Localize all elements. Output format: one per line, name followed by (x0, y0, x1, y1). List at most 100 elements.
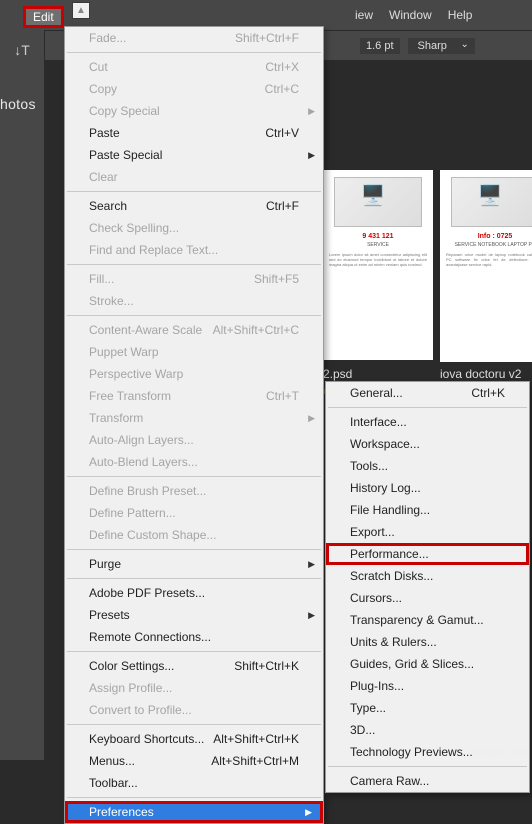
menu-item-menus[interactable]: Menus... Alt+Shift+Ctrl+M (65, 750, 323, 772)
menu-item-interface[interactable]: Interface... (326, 411, 529, 433)
tools-panel: ↓T (0, 30, 45, 760)
menu-separator (67, 651, 321, 652)
menu-item-label: Fade... (89, 31, 126, 45)
menu-item-guides-grid-slices[interactable]: Guides, Grid & Slices... (326, 653, 529, 675)
menu-item-label: Clear (89, 170, 118, 184)
edit-menu: Fade...Shift+Ctrl+FCutCtrl+XCopyCtrl+CCo… (64, 26, 324, 824)
menu-item-label: Define Pattern... (89, 506, 176, 520)
thumbnail-1[interactable]: 9 431 121 SERVICE Lorem ipsum dolor sit … (323, 170, 433, 360)
menu-item-keyboard-shortcuts[interactable]: Keyboard Shortcuts...Alt+Shift+Ctrl+K (65, 728, 323, 750)
menu-item-perspective-warp: Perspective Warp (65, 363, 323, 385)
submenu-arrow-icon: ▶ (308, 413, 315, 424)
menu-item-toolbar[interactable]: Toolbar... (65, 772, 323, 794)
menu-item-label: Workspace... (350, 437, 420, 451)
menu-item-workspace[interactable]: Workspace... (326, 433, 529, 455)
menu-item-label: Content-Aware Scale (89, 323, 202, 337)
menu-item-define-pattern: Define Pattern... (65, 502, 323, 524)
menu-separator (67, 52, 321, 53)
menu-separator (67, 476, 321, 477)
menu-item-shortcut: Ctrl+X (265, 60, 299, 74)
menu-item-label: Auto-Align Layers... (89, 433, 194, 447)
menu-item-search[interactable]: Search Ctrl+F (65, 195, 323, 217)
thumbnail-body: Reparam orice model de laptop notebook c… (443, 252, 532, 268)
menu-separator (67, 191, 321, 192)
menu-item-shortcut: Ctrl+V (265, 126, 299, 140)
menu-separator (67, 578, 321, 579)
menu-window[interactable]: Window (381, 4, 440, 26)
menu-item-copy-special: Copy Special▶ (65, 100, 323, 122)
menu-item-shortcut: Alt+Shift+Ctrl+C (213, 323, 299, 337)
menu-item-label: Stroke... (89, 294, 134, 308)
menu-item-label: Copy Special (89, 104, 160, 118)
menu-item-units-rulers[interactable]: Units & Rulers... (326, 631, 529, 653)
menu-item-paste[interactable]: PasteCtrl+V (65, 122, 323, 144)
menu-item-performance[interactable]: Performance... (326, 543, 529, 565)
menu-item-cursors[interactable]: Cursors... (326, 587, 529, 609)
menu-item-label: File Handling... (350, 503, 430, 517)
menu-item-cut: CutCtrl+X (65, 56, 323, 78)
menu-item-shortcut: Shift+F5 (254, 272, 299, 286)
menu-item-paste-special[interactable]: Paste Special▶ (65, 144, 323, 166)
thumbnail-2[interactable]: Info : 0725 SERVICE NOTEBOOK LAPTOP PC R… (440, 170, 532, 362)
menu-item-presets[interactable]: Presets ▶ (65, 604, 323, 626)
menu-item-type[interactable]: Type... (326, 697, 529, 719)
thumbnail-2-label: iova doctoru v2 (440, 367, 521, 381)
menu-item-define-brush-preset: Define Brush Preset... (65, 480, 323, 502)
menu-item-export[interactable]: Export... (326, 521, 529, 543)
source-credit: wsxdn.com (472, 747, 527, 759)
menu-item-purge[interactable]: Purge▶ (65, 553, 323, 575)
menu-item-label: Search (89, 199, 127, 213)
submenu-arrow-icon: ▶ (308, 610, 315, 621)
menu-item-clear: Clear (65, 166, 323, 188)
menu-item-preferences[interactable]: Preferences ▶ (65, 801, 323, 823)
menu-item-label: Adobe PDF Presets... (89, 586, 205, 600)
antialias-select[interactable]: Sharp (408, 38, 475, 54)
submenu-arrow-icon: ▶ (308, 559, 315, 570)
menu-item-label: Color Settings... (89, 659, 174, 673)
menu-item-label: Plug-Ins... (350, 679, 404, 693)
menu-item-plug-ins[interactable]: Plug-Ins... (326, 675, 529, 697)
menu-edit[interactable]: Edit (23, 6, 64, 28)
menu-item-shortcut: Shift+Ctrl+F (235, 31, 299, 45)
menu-item-label: Perspective Warp (89, 367, 183, 381)
menu-item-3d[interactable]: 3D... (326, 719, 529, 741)
menu-item-check-spelling: Check Spelling... (65, 217, 323, 239)
menu-item-file-handling[interactable]: File Handling... (326, 499, 529, 521)
menu-item-transparency-gamut[interactable]: Transparency & Gamut... (326, 609, 529, 631)
submenu-indicator-icon: ▲ (72, 2, 90, 19)
menu-item-label: Presets (89, 608, 130, 622)
menu-help[interactable]: Help (440, 4, 481, 26)
menu-item-puppet-warp: Puppet Warp (65, 341, 323, 363)
menu-item-history-log[interactable]: History Log... (326, 477, 529, 499)
submenu-arrow-icon: ▶ (305, 807, 312, 818)
menu-separator (67, 264, 321, 265)
menu-item-camera-raw[interactable]: Camera Raw... (326, 770, 529, 792)
type-tool-icon[interactable]: ↓T (8, 38, 36, 62)
menu-item-label: Guides, Grid & Slices... (350, 657, 474, 671)
menu-separator (328, 766, 527, 767)
menu-item-label: General... (350, 386, 403, 400)
menu-view[interactable]: iew (347, 4, 381, 26)
menu-item-label: Preferences (89, 805, 154, 819)
thumbnail-image (334, 177, 422, 227)
menu-item-label: Auto-Blend Layers... (89, 455, 198, 469)
thumbnail-subtitle: SERVICE NOTEBOOK LAPTOP PC (443, 242, 532, 248)
menu-item-label: Menus... (89, 754, 135, 768)
menu-item-scratch-disks[interactable]: Scratch Disks... (326, 565, 529, 587)
menu-item-shortcut: Alt+Shift+Ctrl+K (213, 732, 299, 746)
menu-separator (67, 797, 321, 798)
font-size-field[interactable]: 1.6 pt (360, 38, 400, 54)
menu-item-shortcut: Ctrl+C (265, 82, 299, 96)
menu-separator (67, 724, 321, 725)
menu-item-general[interactable]: General...Ctrl+K (326, 382, 529, 404)
menu-item-fade: Fade... Shift+Ctrl+F (65, 27, 323, 49)
menu-item-color-settings[interactable]: Color Settings...Shift+Ctrl+K (65, 655, 323, 677)
menu-item-remote-connections[interactable]: Remote Connections... (65, 626, 323, 648)
menu-item-adobe-pdf-presets[interactable]: Adobe PDF Presets... (65, 582, 323, 604)
menu-item-shortcut: Ctrl+F (266, 199, 299, 213)
menu-item-label: Free Transform (89, 389, 171, 403)
thumbnail-body: Lorem ipsum dolor sit amet consectetur a… (326, 252, 430, 268)
menu-item-shortcut: Alt+Shift+Ctrl+M (211, 754, 299, 768)
menu-item-tools[interactable]: Tools... (326, 455, 529, 477)
menu-item-label: Toolbar... (89, 776, 138, 790)
